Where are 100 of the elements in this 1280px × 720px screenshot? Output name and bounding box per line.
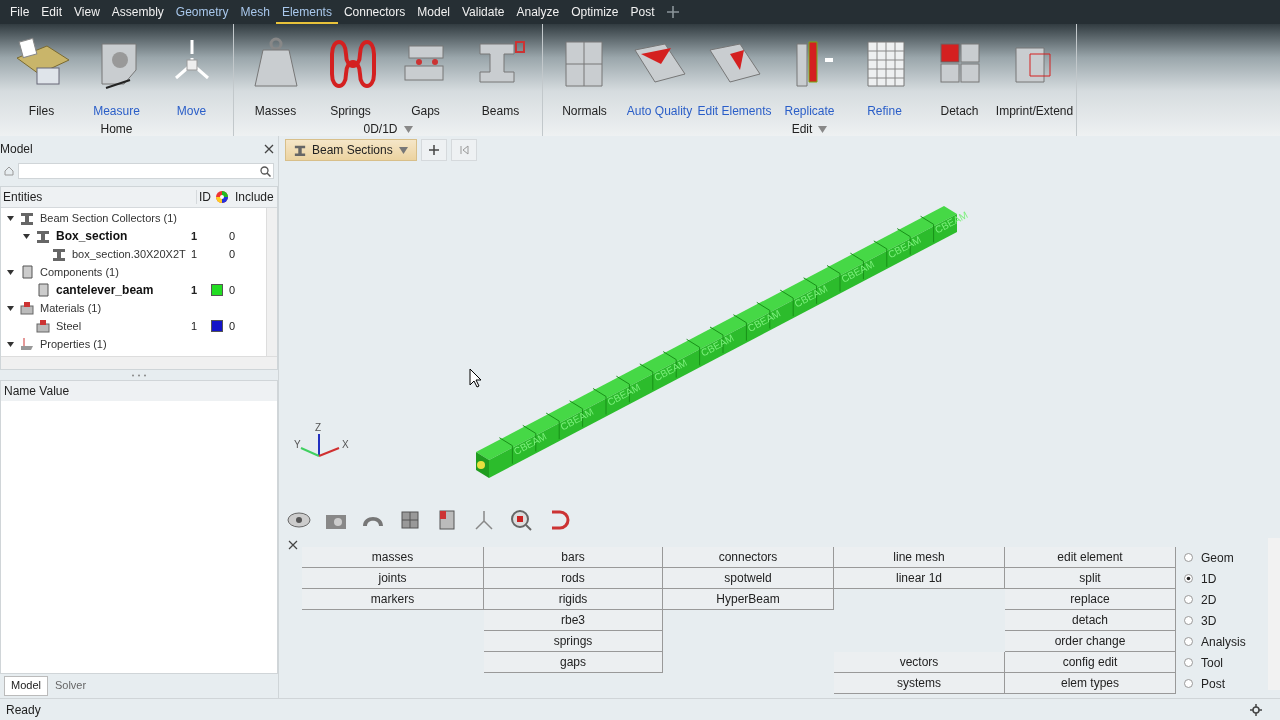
color-swatch[interactable] — [211, 320, 223, 332]
ribbon-command[interactable]: Gaps — [411, 104, 440, 118]
tree-item[interactable]: Properties (1) — [40, 338, 107, 350]
ribbon-command[interactable]: Refine — [867, 104, 902, 118]
expand-arrow-icon[interactable] — [7, 305, 14, 311]
close-icon[interactable] — [264, 144, 274, 154]
radio-label[interactable]: 3D — [1201, 613, 1217, 628]
tree-item[interactable]: Box_section — [56, 229, 128, 243]
add-tab-icon[interactable] — [666, 6, 679, 18]
expand-arrow-icon[interactable] — [7, 215, 14, 221]
browser-dropdown[interactable]: Beam Sections — [285, 139, 417, 161]
panel-button[interactable]: elem types — [1005, 673, 1176, 694]
panel-button[interactable]: masses — [302, 547, 484, 568]
menu-tab[interactable]: Connectors — [337, 0, 412, 24]
column-header[interactable]: Include — [233, 190, 274, 204]
panel-button[interactable]: bars — [484, 547, 663, 568]
panel-button[interactable]: replace — [1005, 589, 1176, 610]
radio-button[interactable] — [1184, 595, 1193, 604]
panel-button[interactable]: HyperBeam — [663, 589, 834, 610]
radio-button[interactable] — [1184, 679, 1193, 688]
tree-item[interactable]: box_section.30X20X2T — [72, 248, 186, 260]
panel-tab[interactable]: Model — [4, 676, 48, 696]
panel-button[interactable]: joints — [302, 568, 484, 589]
radio-button[interactable] — [1184, 574, 1193, 583]
radio-label[interactable]: 2D — [1201, 592, 1217, 607]
ribbon-command[interactable]: Auto Quality — [626, 104, 693, 118]
ribbon-command[interactable]: Measure — [93, 104, 140, 118]
menu-tab[interactable]: Validate — [455, 0, 511, 24]
column-header[interactable]: Entities — [1, 190, 197, 204]
radio-label[interactable]: Geom — [1201, 550, 1234, 565]
home-icon[interactable] — [4, 166, 14, 176]
panel-button[interactable]: order change — [1005, 631, 1176, 652]
expand-arrow-icon[interactable] — [7, 269, 14, 275]
menu-tab[interactable]: View — [68, 0, 106, 24]
scrollbar[interactable] — [266, 208, 277, 356]
caret-icon[interactable] — [818, 125, 828, 133]
panel-button[interactable]: rods — [484, 568, 663, 589]
magnifier-icon[interactable] — [509, 508, 533, 532]
panel-button[interactable]: detach — [1005, 610, 1176, 631]
panel-button[interactable]: vectors — [834, 652, 1005, 673]
ribbon-command[interactable]: Move — [176, 104, 207, 118]
tree-item[interactable]: Steel — [56, 320, 82, 332]
caret-icon[interactable] — [403, 125, 413, 133]
scrollbar[interactable] — [1, 356, 277, 369]
panel-button[interactable]: rigids — [484, 589, 663, 610]
ribbon-command[interactable]: Masses — [254, 104, 297, 118]
ribbon-command[interactable]: Detach — [940, 104, 979, 118]
ribbon-command[interactable]: Edit Elements — [697, 104, 772, 118]
panel-button[interactable]: gaps — [484, 652, 663, 673]
ribbon-command[interactable]: Springs — [330, 104, 371, 118]
panel-button[interactable]: springs — [484, 631, 663, 652]
close-icon[interactable] — [288, 540, 298, 550]
panel-button[interactable]: systems — [834, 673, 1005, 694]
add-button[interactable] — [420, 139, 447, 161]
expand-arrow-icon[interactable] — [7, 341, 14, 347]
panel-button[interactable]: config edit — [1005, 652, 1176, 673]
tree-item[interactable]: Materials (1) — [40, 302, 102, 314]
splitter-handle-icon[interactable] — [129, 373, 149, 377]
ribbon-command[interactable]: Files — [28, 104, 55, 118]
menu-tab[interactable]: Assembly — [105, 0, 170, 24]
cube-icon[interactable] — [398, 508, 422, 532]
tree-item[interactable]: Beam Section Collectors (1) — [40, 212, 177, 224]
panel-button[interactable]: spotweld — [663, 568, 834, 589]
tree-item[interactable]: cantelever_beam — [56, 283, 154, 297]
tree-item[interactable]: Components (1) — [40, 266, 119, 278]
menu-tab[interactable]: Optimize — [565, 0, 625, 24]
ribbon-command[interactable]: Imprint/Extend — [995, 104, 1074, 118]
panel-tab[interactable]: Solver — [47, 676, 94, 696]
radio-button[interactable] — [1184, 637, 1193, 646]
panel-button[interactable]: rbe3 — [484, 610, 663, 631]
menu-tab[interactable]: Edit — [35, 0, 69, 24]
radio-button[interactable] — [1184, 616, 1193, 625]
expand-arrow-icon[interactable] — [23, 233, 30, 239]
radio-button[interactable] — [1184, 658, 1193, 667]
ribbon-command[interactable]: Beams — [481, 104, 520, 118]
radio-label[interactable]: Post — [1201, 676, 1225, 691]
panel-button[interactable]: markers — [302, 589, 484, 610]
menu-tab[interactable]: Post — [624, 0, 661, 24]
color-wheel-icon[interactable] — [215, 190, 229, 204]
color-swatch[interactable] — [211, 284, 223, 296]
radio-button[interactable] — [1184, 553, 1193, 562]
radio-label[interactable]: Tool — [1201, 655, 1223, 670]
ribbon-command[interactable]: Normals — [562, 104, 607, 118]
panel-button[interactable]: line mesh — [834, 547, 1005, 568]
menu-tab[interactable]: Mesh — [234, 0, 276, 24]
panel-button[interactable]: connectors — [663, 547, 834, 568]
radio-label[interactable]: 1D — [1201, 571, 1217, 586]
column-header[interactable]: ID — [197, 190, 211, 204]
panel-button[interactable]: linear 1d — [834, 568, 1005, 589]
radio-label[interactable]: Analysis — [1201, 634, 1246, 649]
search-field[interactable] — [18, 163, 274, 179]
search-icon[interactable] — [260, 165, 271, 177]
menu-tab[interactable]: Analyze — [510, 0, 566, 24]
ribbon-command[interactable]: Replicate — [784, 104, 835, 118]
menu-tab[interactable]: File — [4, 0, 36, 24]
settings-icon[interactable] — [1250, 704, 1262, 716]
panel-button[interactable]: split — [1005, 568, 1176, 589]
menu-tab[interactable]: Model — [411, 0, 456, 24]
panel-button[interactable]: edit element — [1005, 547, 1176, 568]
menu-tab[interactable]: Geometry — [169, 0, 235, 24]
